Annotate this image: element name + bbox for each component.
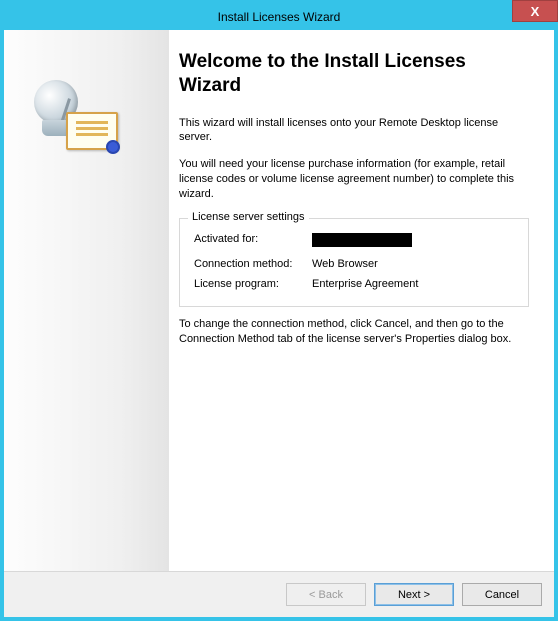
activated-for-value <box>312 233 514 250</box>
connection-note: To change the connection method, click C… <box>179 317 529 347</box>
connection-method-value: Web Browser <box>312 258 514 270</box>
intro-text-2: You will need your license purchase info… <box>179 157 529 202</box>
setting-row-connection: Connection method: Web Browser <box>194 254 514 274</box>
settings-legend: License server settings <box>188 211 309 223</box>
wizard-window: Install Licenses Wizard X Welcome to the… <box>0 0 558 621</box>
wizard-sidebar <box>4 30 169 571</box>
activated-for-label: Activated for: <box>194 233 312 250</box>
wizard-graphic-icon <box>34 80 124 160</box>
setting-row-activated: Activated for: <box>194 229 514 254</box>
setting-row-program: License program: Enterprise Agreement <box>194 274 514 294</box>
license-program-value: Enterprise Agreement <box>312 278 514 290</box>
intro-text-1: This wizard will install licenses onto y… <box>179 116 529 146</box>
titlebar: Install Licenses Wizard X <box>4 4 554 30</box>
license-server-settings-group: License server settings Activated for: C… <box>179 218 529 307</box>
back-button: < Back <box>286 583 366 606</box>
wizard-body: Welcome to the Install Licenses Wizard T… <box>169 30 554 571</box>
content-area: Welcome to the Install Licenses Wizard T… <box>4 30 554 617</box>
close-icon: X <box>531 4 540 19</box>
wizard-footer: < Back Next > Cancel <box>4 571 554 617</box>
license-program-label: License program: <box>194 278 312 290</box>
main-panel: Welcome to the Install Licenses Wizard T… <box>4 30 554 571</box>
connection-method-label: Connection method: <box>194 258 312 270</box>
redacted-value <box>312 233 412 247</box>
next-button[interactable]: Next > <box>374 583 454 606</box>
cancel-button[interactable]: Cancel <box>462 583 542 606</box>
page-heading: Welcome to the Install Licenses Wizard <box>179 50 529 98</box>
close-button[interactable]: X <box>512 0 558 22</box>
window-title: Install Licenses Wizard <box>218 10 341 24</box>
